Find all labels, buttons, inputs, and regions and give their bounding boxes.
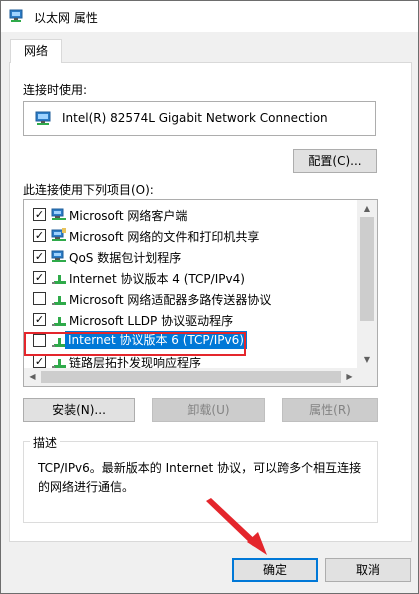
item-checkbox[interactable]: ✓: [33, 250, 46, 263]
protocol-icon: [52, 317, 66, 326]
network-adapter-icon: [35, 111, 51, 125]
list-item[interactable]: ✓ Microsoft 网络客户端: [24, 204, 358, 225]
horizontal-scrollbar[interactable]: ◀ ▶: [24, 368, 358, 386]
item-label: Microsoft 网络适配器多路传送器协议: [69, 293, 272, 307]
tab-network[interactable]: 网络: [10, 39, 62, 63]
list-item[interactable]: Internet 协议版本 6 (TCP/IPv6): [24, 330, 358, 351]
network-adapter-icon: [9, 9, 23, 22]
list-item[interactable]: ✓ Microsoft LLDP 协议驱动程序: [24, 309, 358, 330]
list-item[interactable]: ✓ Microsoft 网络的文件和打印机共享: [24, 225, 358, 246]
list-item[interactable]: ✓ 链路层拓扑发现响应程序: [24, 351, 358, 368]
item-label: Internet 协议版本 4 (TCP/IPv4): [69, 272, 245, 286]
item-label: Microsoft 网络客户端: [69, 209, 188, 223]
item-checkbox[interactable]: ✓: [33, 271, 46, 284]
ok-button[interactable]: 确定: [232, 558, 318, 582]
scrollbar-corner: [357, 367, 377, 386]
file-share-icon: [51, 228, 66, 241]
properties-button[interactable]: 属性(R): [282, 398, 378, 422]
uninstall-button[interactable]: 卸载(U): [152, 398, 265, 422]
protocol-icon: [52, 359, 66, 368]
item-checkbox[interactable]: ✓: [33, 313, 46, 326]
item-checkbox[interactable]: ✓: [33, 355, 46, 368]
list-item[interactable]: ✓ Internet 协议版本 4 (TCP/IPv4): [24, 267, 358, 288]
items-listbox[interactable]: ✓ Microsoft 网络客户端 ✓ Microsoft 网络的文件和打印机共享 ✓ Q…: [23, 199, 378, 387]
item-checkbox[interactable]: ✓: [33, 229, 46, 242]
install-button[interactable]: 安装(N)...: [23, 398, 135, 422]
vertical-scrollbar[interactable]: ▲ ▼: [357, 200, 377, 368]
scroll-left-icon[interactable]: ◀: [24, 368, 41, 386]
adapter-name: Intel(R) 82574L Gigabit Network Connecti…: [62, 111, 328, 125]
vertical-scroll-thumb[interactable]: [360, 217, 374, 321]
item-label: 链路层拓扑发现响应程序: [69, 356, 202, 368]
item-label: Microsoft 网络的文件和打印机共享: [69, 230, 260, 244]
adapter-box: Intel(R) 82574L Gigabit Network Connecti…: [23, 101, 376, 136]
items-label: 此连接使用下列项目(O):: [23, 183, 154, 197]
item-checkbox[interactable]: ✓: [33, 208, 46, 221]
scroll-up-icon[interactable]: ▲: [357, 200, 377, 217]
connect-using-label: 连接时使用:: [23, 83, 88, 97]
properties-dialog: 以太网 属性 网络 连接时使用: Intel(R) 82574L Gigabit…: [0, 0, 419, 594]
list-item[interactable]: ✓ QoS 数据包计划程序: [24, 246, 358, 267]
scroll-right-icon[interactable]: ▶: [341, 368, 358, 386]
item-label: Internet 协议版本 6 (TCP/IPv6): [65, 331, 247, 349]
protocol-icon: [52, 296, 66, 305]
scroll-down-icon[interactable]: ▼: [357, 351, 377, 368]
item-checkbox[interactable]: [33, 334, 46, 347]
network-client-icon: [51, 208, 66, 220]
configure-button[interactable]: 配置(C)...: [293, 149, 377, 173]
qos-icon: [51, 250, 66, 262]
item-checkbox[interactable]: [33, 292, 46, 305]
protocol-icon: [52, 275, 66, 284]
items-list: ✓ Microsoft 网络客户端 ✓ Microsoft 网络的文件和打印机共享 ✓ Q…: [24, 200, 358, 368]
cancel-button[interactable]: 取消: [325, 558, 411, 582]
item-label: QoS 数据包计划程序: [69, 251, 182, 265]
horizontal-scroll-thumb[interactable]: [41, 371, 341, 383]
description-text: TCP/IPv6。最新版本的 Internet 协议，可以跨多个相互连接的网络进…: [38, 461, 362, 494]
description-legend: 描述: [30, 434, 61, 451]
window-title: 以太网 属性: [34, 11, 98, 25]
title-bar: 以太网 属性: [1, 1, 418, 32]
item-label: Microsoft LLDP 协议驱动程序: [69, 314, 234, 328]
list-item[interactable]: Microsoft 网络适配器多路传送器协议: [24, 288, 358, 309]
